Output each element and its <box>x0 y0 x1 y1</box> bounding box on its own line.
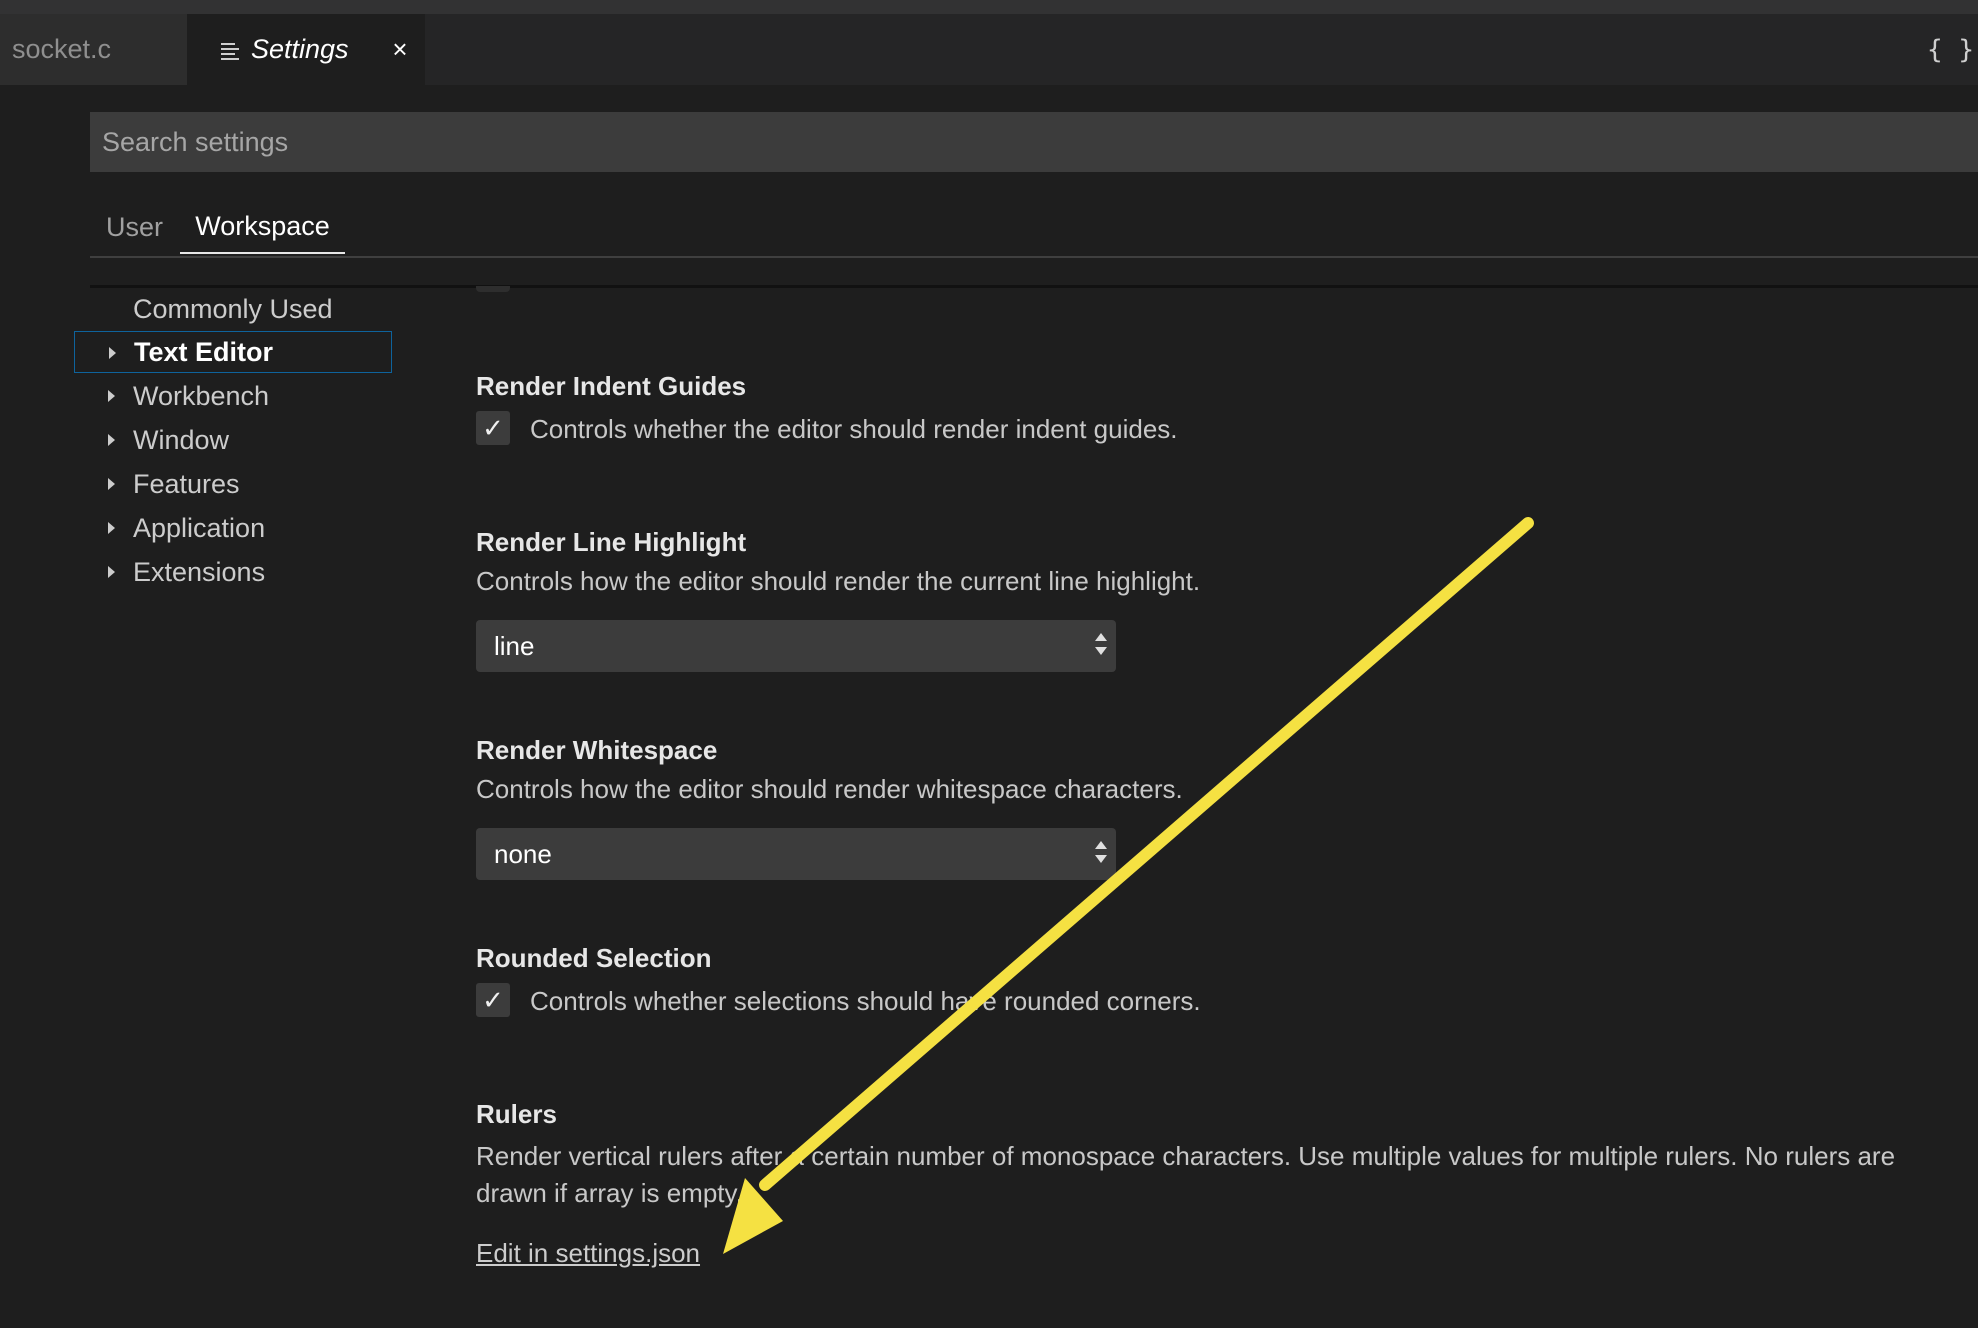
tab-user[interactable]: User <box>106 200 163 254</box>
tab-workspace[interactable]: Workspace <box>180 200 345 254</box>
toc-item-window[interactable]: Window <box>74 419 392 461</box>
edit-in-settings-json-link[interactable]: Edit in settings.json <box>476 1238 700 1269</box>
toc-item-label: Text Editor <box>134 336 274 367</box>
render-indent-guides-checkbox[interactable]: ✓ <box>476 411 510 445</box>
divider <box>90 256 1978 258</box>
toc-item-label: Window <box>133 424 230 455</box>
tab-label: Settings <box>251 34 349 64</box>
setting-description: Controls whether the editor should rende… <box>530 414 1178 444</box>
setting-title-rulers: Rulers <box>476 1099 557 1129</box>
toc-item-label: Features <box>133 468 240 499</box>
toc-item-label: Commonly Used <box>133 293 333 324</box>
chevron-right-icon <box>108 522 115 534</box>
settings-lines-icon <box>221 41 239 60</box>
select-arrows-icon <box>1094 841 1108 867</box>
toc-item-application[interactable]: Application <box>74 507 392 549</box>
toc-item-extensions[interactable]: Extensions <box>74 551 392 593</box>
select-arrows-icon <box>1094 633 1108 659</box>
scroll-shadow-stub <box>476 286 510 292</box>
title-bar <box>0 0 1978 14</box>
toc-item-text-editor[interactable]: Text Editor <box>74 331 392 373</box>
tab-label: socket.c <box>12 34 112 64</box>
setting-description: Render vertical rulers after a certain n… <box>476 1141 1896 1171</box>
chevron-right-icon <box>108 390 115 402</box>
setting-description: Controls how the editor should render wh… <box>476 774 1183 804</box>
open-settings-json-icon[interactable]: { } <box>1927 14 1974 85</box>
toc-item-features[interactable]: Features <box>74 463 392 505</box>
chevron-right-icon <box>108 478 115 490</box>
editor-tab-bar: socket.c Settings × <box>0 14 1978 85</box>
setting-title-render-whitespace: Render Whitespace <box>476 735 718 765</box>
setting-title-rounded-selection: Rounded Selection <box>476 943 712 973</box>
checkmark-icon: ✓ <box>482 412 504 443</box>
select-value: line <box>494 630 535 661</box>
setting-title-render-indent-guides: Render Indent Guides <box>476 371 747 401</box>
toc-item-commonly-used[interactable]: Commonly Used <box>74 288 392 330</box>
tab-socket-c[interactable]: socket.c <box>0 14 187 85</box>
search-input[interactable] <box>90 112 1978 172</box>
setting-description-cont: drawn if array is empty. <box>476 1178 743 1208</box>
select-value: none <box>494 838 552 869</box>
rounded-selection-checkbox[interactable]: ✓ <box>476 983 510 1017</box>
toc-item-workbench[interactable]: Workbench <box>74 375 392 417</box>
setting-description: Controls whether selections should have … <box>530 986 1201 1016</box>
chevron-right-icon <box>109 347 116 359</box>
chevron-right-icon <box>108 434 115 446</box>
render-whitespace-select[interactable]: none <box>476 828 1116 880</box>
setting-title-render-line-highlight: Render Line Highlight <box>476 527 747 557</box>
toc-item-label: Application <box>133 512 266 543</box>
toc-item-label: Workbench <box>133 380 270 411</box>
chevron-right-icon <box>108 566 115 578</box>
checkmark-icon: ✓ <box>482 984 504 1015</box>
close-icon[interactable]: × <box>388 14 412 85</box>
render-line-highlight-select[interactable]: line <box>476 620 1116 672</box>
setting-description: Controls how the editor should render th… <box>476 566 1201 596</box>
toc-item-label: Extensions <box>133 556 266 587</box>
